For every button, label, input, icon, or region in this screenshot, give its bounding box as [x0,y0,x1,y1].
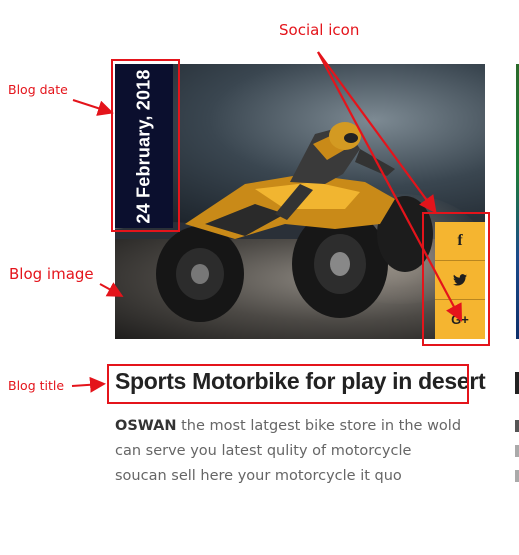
blog-title-arrow [71,376,106,393]
annotation-arrows [71,51,463,393]
social-icon-arrow-1 [317,51,437,214]
blog-image-arrow [99,282,124,297]
social-icon-arrow-2 [317,51,463,322]
blog-date-arrow [72,99,114,116]
